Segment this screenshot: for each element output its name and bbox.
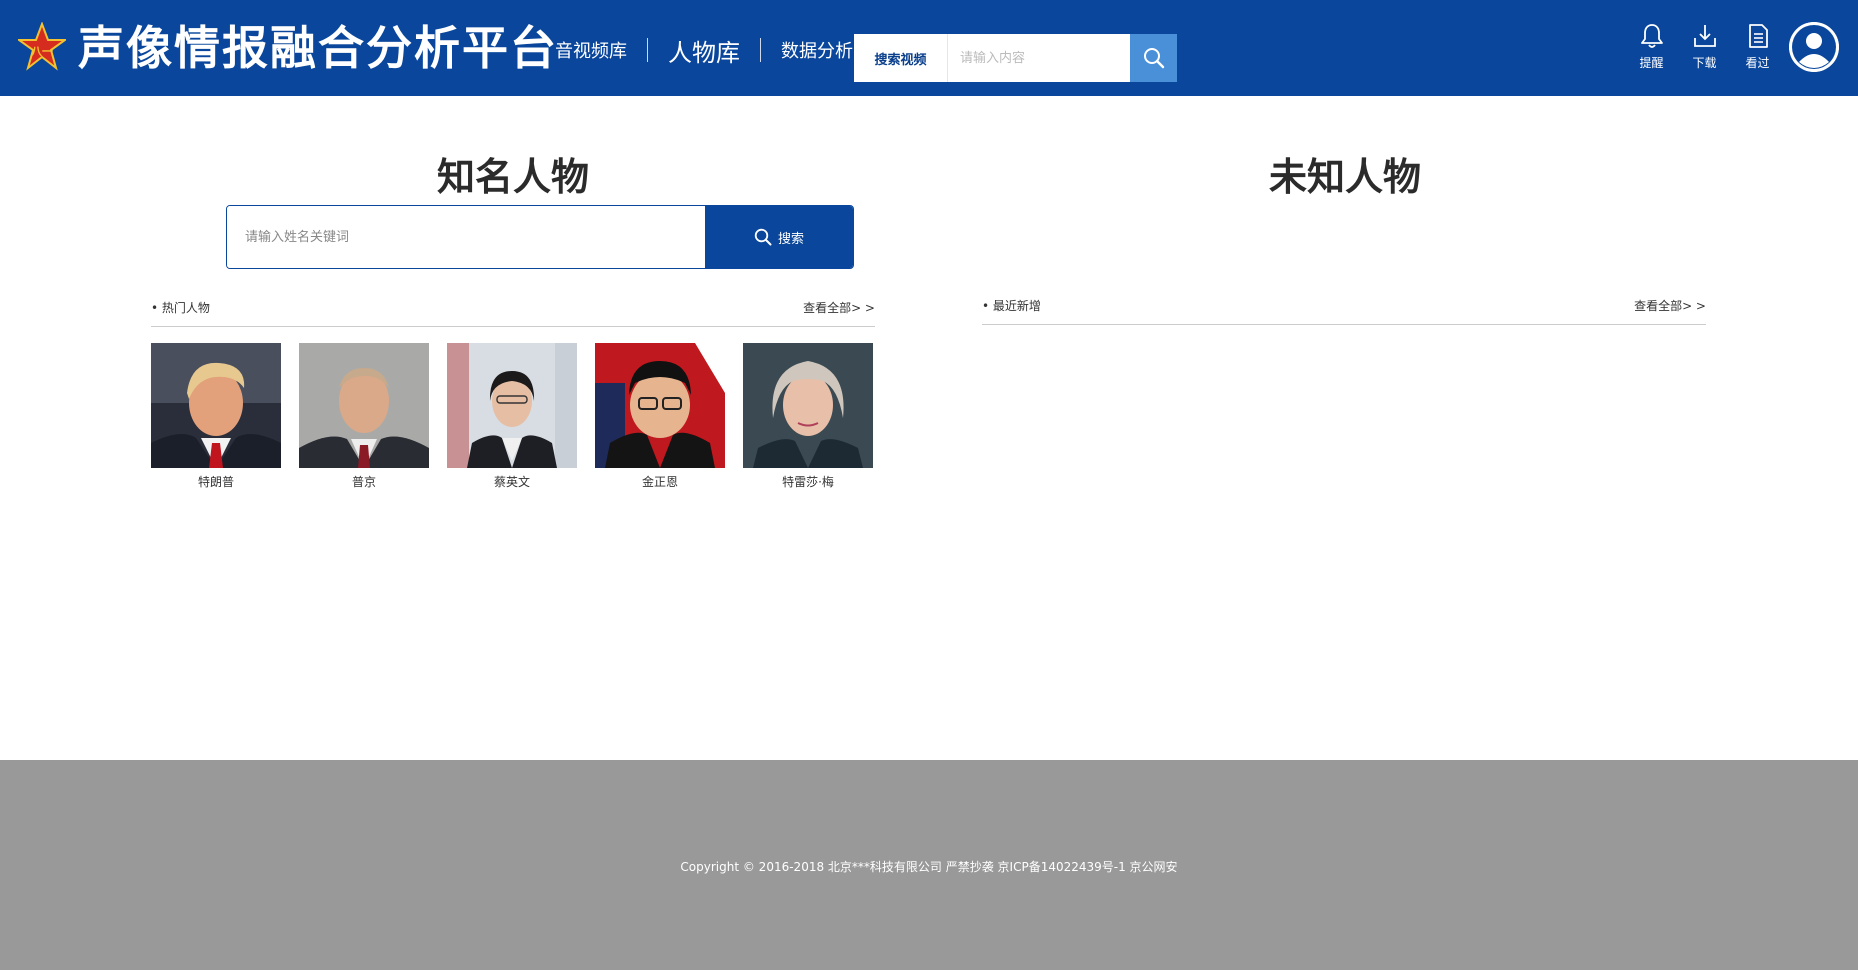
- history-button[interactable]: 看过: [1731, 22, 1784, 71]
- history-label: 看过: [1745, 56, 1770, 70]
- reminder-button[interactable]: 提醒: [1625, 22, 1678, 71]
- person-photo: [743, 343, 873, 468]
- person-search-button[interactable]: 搜索: [705, 206, 853, 268]
- person-card[interactable]: 蔡英文: [447, 343, 577, 490]
- person-photo: [595, 343, 725, 468]
- person-name-input[interactable]: [227, 206, 705, 268]
- person-name: 蔡英文: [493, 475, 530, 489]
- user-icon: [1789, 22, 1839, 72]
- video-search-bar: 搜索视频: [854, 34, 1177, 82]
- header-actions: 提醒 下载 看过: [1625, 22, 1784, 71]
- download-label: 下载: [1692, 56, 1717, 70]
- search-icon: [754, 228, 772, 246]
- hot-people-list: 特朗普 普京 蔡英文 金正恩 特雷莎·梅: [151, 343, 873, 490]
- unknown-people-title: 未知人物: [1268, 155, 1421, 199]
- video-search-input[interactable]: [948, 34, 1130, 82]
- person-search-label: 搜索: [777, 231, 804, 247]
- download-icon: [1693, 25, 1716, 47]
- svg-text:八一: 八一: [30, 45, 53, 58]
- platform-title: 声像情报融合分析平台: [78, 21, 558, 75]
- download-button[interactable]: 下载: [1678, 22, 1731, 71]
- hot-people-header: • 热门人物 查看全部> >: [151, 296, 875, 327]
- person-name: 特雷莎·梅: [782, 475, 834, 489]
- top-header: 八一 声像情报融合分析平台 音视频库 人物库 数据分析 搜索视频 提醒: [0, 0, 1858, 96]
- person-search-bar: 搜索: [226, 205, 854, 269]
- person-photo: [151, 343, 281, 468]
- search-type-selector[interactable]: 搜索视频: [854, 34, 948, 82]
- copyright-text: Copyright © 2016-2018 北京***科技有限公司 严禁抄袭 京…: [680, 860, 1178, 874]
- search-icon: [1143, 48, 1164, 69]
- person-photo: [447, 343, 577, 468]
- person-name: 金正恩: [641, 475, 678, 489]
- person-name: 普京: [351, 475, 376, 489]
- person-card[interactable]: 金正恩: [595, 343, 725, 490]
- reminder-label: 提醒: [1639, 56, 1664, 70]
- recent-people-label: • 最近新增: [982, 298, 1041, 313]
- recent-people-header: • 最近新增 查看全部> >: [982, 294, 1706, 325]
- nav-item-person-library[interactable]: 人物库: [648, 33, 760, 68]
- bell-icon: [1640, 24, 1663, 48]
- user-avatar[interactable]: [1789, 22, 1839, 72]
- document-icon: [1748, 24, 1768, 48]
- main-nav: 音视频库 人物库 数据分析: [535, 30, 873, 70]
- known-people-title: 知名人物: [436, 155, 589, 199]
- nav-item-av-library[interactable]: 音视频库: [535, 37, 647, 63]
- person-card[interactable]: 普京: [299, 343, 429, 490]
- video-search-button[interactable]: [1130, 34, 1177, 82]
- person-card[interactable]: 特雷莎·梅: [743, 343, 873, 490]
- view-all-hot-link[interactable]: 查看全部> >: [803, 299, 875, 316]
- star-emblem-icon[interactable]: 八一: [18, 22, 66, 72]
- hot-people-label: • 热门人物: [151, 300, 210, 315]
- person-card[interactable]: 特朗普: [151, 343, 281, 490]
- person-photo: [299, 343, 429, 468]
- person-name: 特朗普: [197, 475, 234, 489]
- view-all-recent-link[interactable]: 查看全部> >: [1634, 297, 1706, 314]
